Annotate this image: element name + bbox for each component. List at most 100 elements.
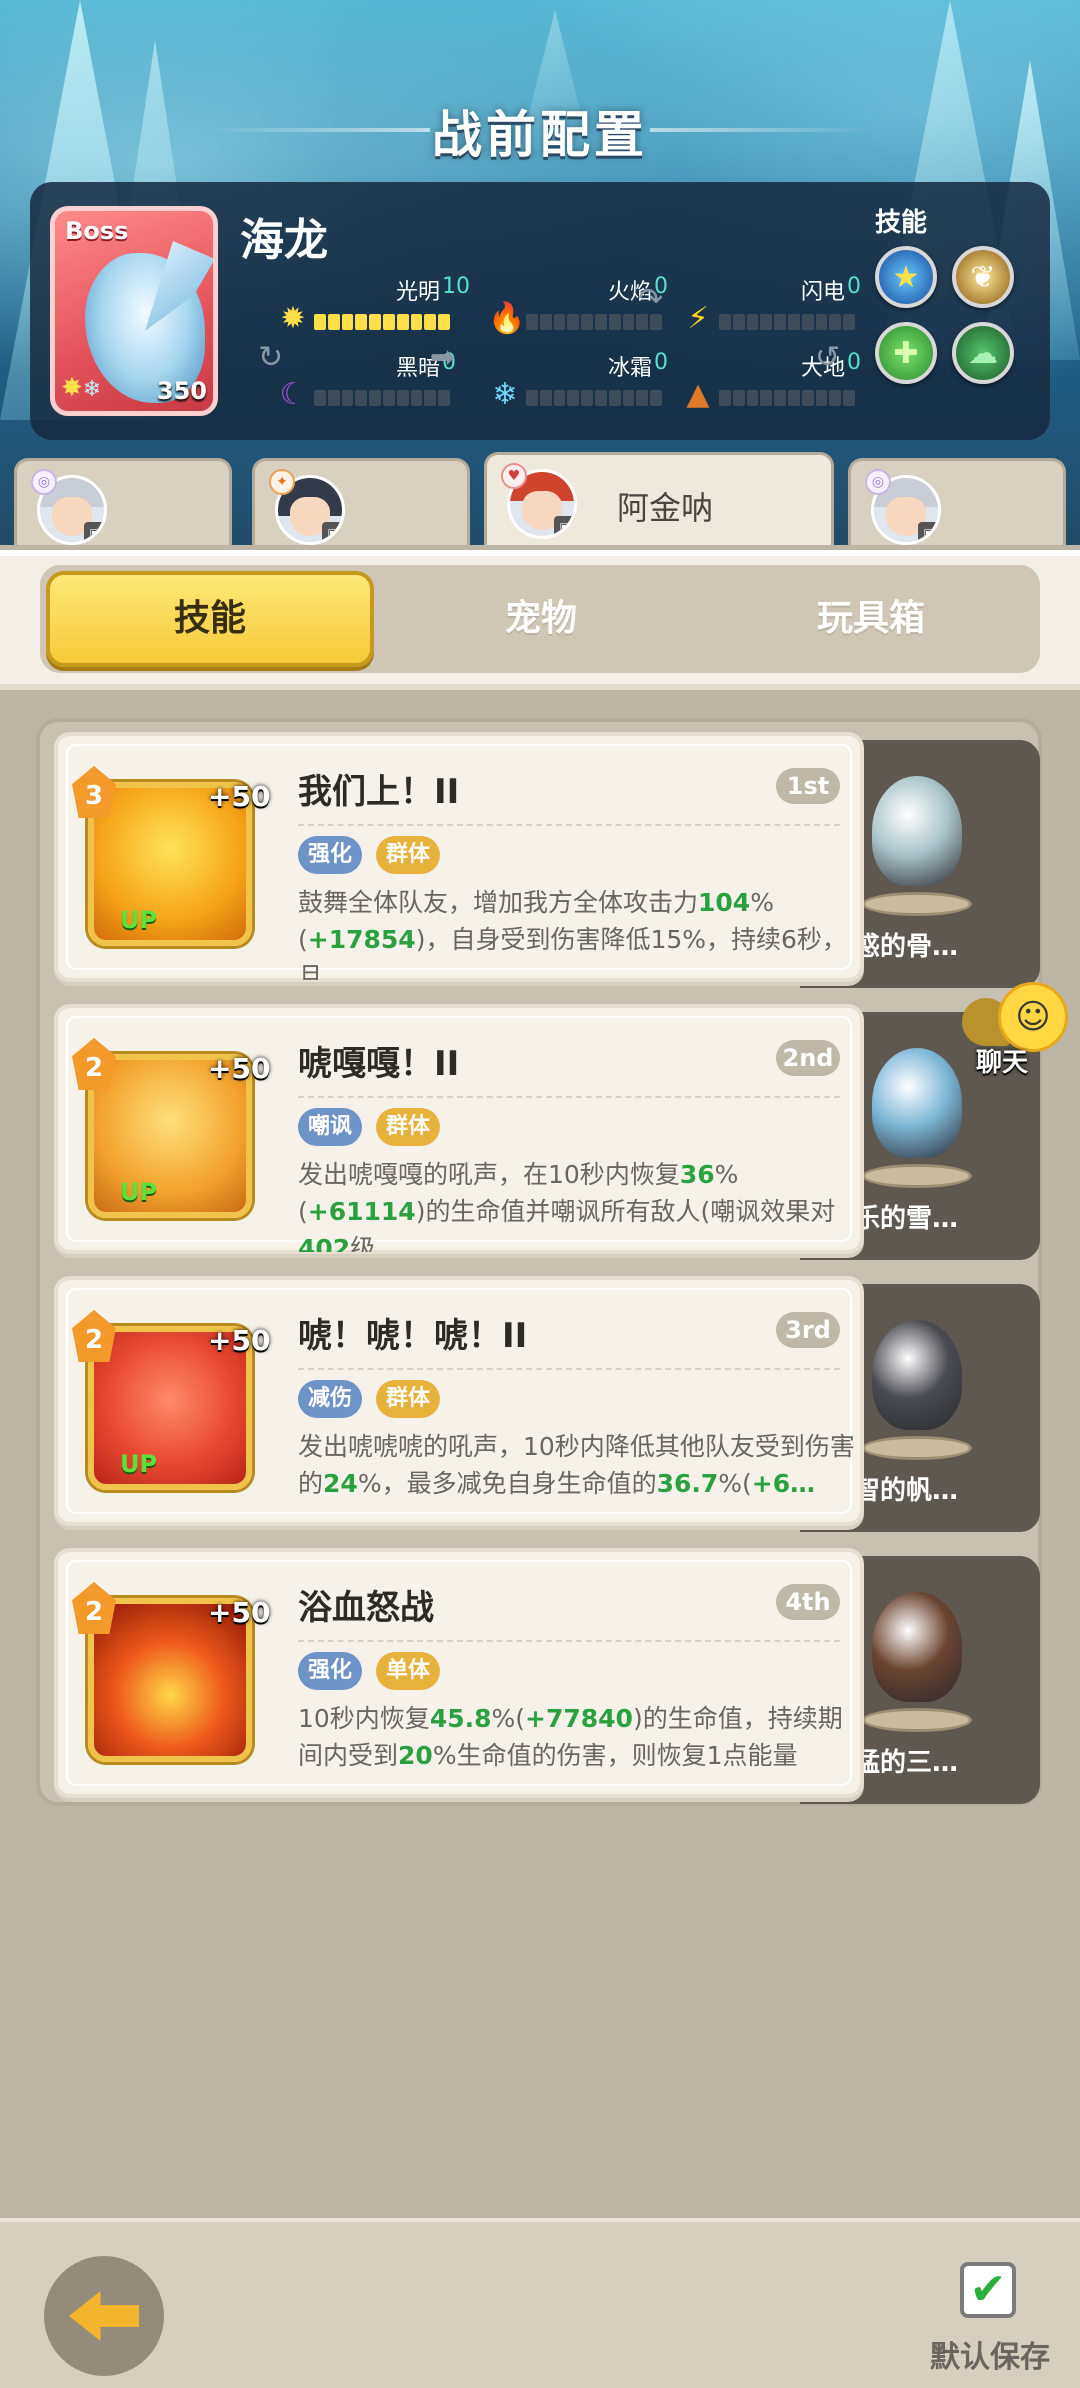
arrow-icon: ↺ bbox=[815, 340, 841, 375]
hero-tab-4[interactable]: ◎ ▣ bbox=[848, 458, 1066, 548]
highlight-value: 36.7 bbox=[656, 1469, 719, 1498]
element-stat-4: 冰霜 0 ❄ bbox=[492, 350, 692, 420]
highlight-value: +6… bbox=[751, 1469, 816, 1498]
pet-body bbox=[872, 1592, 962, 1702]
tab-skills[interactable]: 技能 bbox=[46, 571, 374, 667]
boss-skills-label: 技能 bbox=[875, 208, 928, 238]
skill-title: 浴血怒战 bbox=[298, 1588, 434, 1628]
bottom-bar: ✔ 默认保存 bbox=[0, 2218, 1080, 2388]
boss-portrait[interactable]: Boss ✸❄ 350 bbox=[50, 206, 218, 416]
skill-level-badge: 3 bbox=[72, 766, 116, 818]
pet-pedestal bbox=[862, 1708, 972, 1732]
divider bbox=[298, 1368, 840, 1370]
golden-wing-icon[interactable]: ❦ bbox=[952, 246, 1014, 308]
boss-name: 海龙 bbox=[240, 215, 328, 266]
chat-button[interactable]: ☺ 聊天 bbox=[962, 980, 1072, 1090]
divider bbox=[298, 1640, 840, 1642]
back-button[interactable] bbox=[44, 2256, 164, 2376]
skill-list: 困惑的骨… 3 +50 UP 我们上！II 1st 强化 群体 鼓舞全体队友，增加我方全体攻击力… bbox=[36, 718, 1042, 1806]
highlight-value: +17854 bbox=[307, 925, 416, 954]
pet-pedestal bbox=[862, 1436, 972, 1460]
skill-title: 我们上！II bbox=[298, 772, 460, 812]
skill-card[interactable]: 2 +50 UP 唬！唬！唬！II 3rd 减伤 群体 发出唬唬唬的吼声，10秒内降低其他队友… bbox=[54, 1276, 864, 1526]
pet-body bbox=[872, 1320, 962, 1430]
boss-info-panel: Boss ✸❄ 350 海龙 光明 10 ✹ 火焰 0 🔥 闪电 0 ⚡ 黑暗 0 ☾ 冰霜 0 ❄ 大地 0 ▲… bbox=[30, 182, 1050, 440]
highlight-value: 402 bbox=[298, 1234, 351, 1252]
upgrade-tag: UP bbox=[120, 1178, 158, 1206]
skill-card[interactable]: 2 +50 浴血怒战 4th 强化 单体 10秒内恢复45.8%(+77840)的生命值，持… bbox=[54, 1548, 864, 1798]
skill-title: 唬！唬！唬！II bbox=[298, 1316, 528, 1356]
description-text: 鼓舞全体队友，增加我方全体攻击力 bbox=[298, 888, 699, 917]
hero-tab-3[interactable]: ♥ ▣ 阿金呐 bbox=[484, 452, 834, 548]
stat-label: 闪电 bbox=[800, 280, 845, 305]
skill-tag: 单体 bbox=[376, 1652, 441, 1690]
boss-tag: Boss bbox=[65, 217, 129, 245]
description-text: %生命值的伤害，则恢复1点能量 bbox=[432, 1741, 798, 1770]
skill-tag: 强化 bbox=[298, 836, 363, 874]
divider bbox=[298, 1096, 840, 1098]
skill-level-badge: 2 bbox=[72, 1310, 116, 1362]
skill-row: 困惑的骨… 3 +50 UP 我们上！II 1st 强化 群体 鼓舞全体队友，增加我方全体攻击力… bbox=[54, 732, 1040, 988]
stat-value: 10 bbox=[442, 274, 470, 299]
skill-tag: 群体 bbox=[376, 836, 441, 874]
stat-bar bbox=[314, 390, 450, 406]
stat-value: 0 bbox=[847, 350, 861, 375]
skill-card[interactable]: 3 +50 UP 我们上！II 1st 强化 群体 鼓舞全体队友，增加我方全体攻击力104%(… bbox=[54, 732, 864, 982]
pet-pedestal bbox=[862, 892, 972, 916]
pet-figure-image bbox=[854, 766, 974, 916]
description-text: 级… bbox=[350, 1234, 401, 1252]
description-text: %( bbox=[491, 1704, 526, 1733]
boss-element-icons: ✸❄ bbox=[61, 373, 102, 403]
highlight-value: +77840 bbox=[525, 1704, 633, 1733]
pet-pedestal bbox=[862, 1164, 972, 1188]
page-title: 战前配置 bbox=[432, 106, 648, 164]
stat-label: 冰霜 bbox=[607, 356, 652, 381]
light-element-icon: ◎ bbox=[31, 469, 57, 495]
arrow-icon: ↻ bbox=[258, 340, 284, 375]
star-burst-icon[interactable]: ★ bbox=[875, 246, 937, 308]
description-text: 发出唬嘎嘎的吼声，在10秒内恢复 bbox=[298, 1160, 680, 1189]
green-cross-icon[interactable]: ✚ bbox=[875, 322, 937, 384]
back-arrow-icon bbox=[69, 2291, 139, 2341]
checkbox-checked-icon[interactable]: ✔ bbox=[960, 2262, 1016, 2318]
skill-bonus: +50 bbox=[208, 1324, 271, 1357]
skill-tag: 强化 bbox=[298, 1652, 363, 1690]
skill-description: 发出唬唬唬的吼声，10秒内降低其他队友受到伤害的24%，最多减免自身生命值的36… bbox=[298, 1428, 858, 1524]
tab-toybox[interactable]: 玩具箱 bbox=[706, 571, 1036, 667]
skill-description: 鼓舞全体队友，增加我方全体攻击力104%(+17854)，自身受到伤害降低15%… bbox=[298, 884, 858, 980]
moon-icon: ☾ bbox=[279, 377, 307, 412]
green-cloud-icon[interactable]: ☁ bbox=[952, 322, 1014, 384]
skill-row: 机智的帆… 2 +50 UP 唬！唬！唬！II 3rd 减伤 群体 发出唬唬唬的吼声，10秒内降… bbox=[54, 1276, 1040, 1532]
fire-element-icon: ✦ bbox=[269, 469, 295, 495]
light-element-icon: ◎ bbox=[865, 469, 891, 495]
highlight-value: 20 bbox=[398, 1741, 433, 1770]
skill-order-badge: 3rd bbox=[776, 1312, 840, 1348]
skill-bonus: +50 bbox=[208, 780, 271, 813]
fire-icon: 🔥 bbox=[488, 301, 526, 336]
skill-tag: 群体 bbox=[376, 1108, 441, 1146]
description-text: %( bbox=[718, 1469, 752, 1498]
skill-description: 10秒内恢复45.8%(+77840)的生命值，持续期间内受到20%生命值的伤害… bbox=[298, 1700, 858, 1796]
pet-figure-image bbox=[854, 1582, 974, 1732]
hero-name: 阿金呐 bbox=[617, 489, 714, 527]
skill-tag: 嘲讽 bbox=[298, 1108, 363, 1146]
skill-card[interactable]: 2 +50 UP 唬嘎嘎！II 2nd 嘲讽 群体 发出唬嘎嘎的吼声，在10秒内恢复36%(+… bbox=[54, 1004, 864, 1254]
element-stat-2: 闪电 0 ⚡ bbox=[685, 274, 885, 344]
hero-tab-2[interactable]: ✦ ▣ bbox=[252, 458, 470, 548]
stat-value: 0 bbox=[847, 274, 861, 299]
highlight-value: 104 bbox=[698, 888, 751, 917]
tab-pets[interactable]: 宠物 bbox=[376, 571, 706, 667]
description-text: %，最多减免自身生命值的 bbox=[357, 1469, 657, 1498]
highlight-value: 24 bbox=[323, 1469, 358, 1498]
default-save-label[interactable]: 默认保存 bbox=[930, 2332, 1050, 2376]
hero-tab-1[interactable]: ◎ ▣ bbox=[14, 458, 232, 548]
skill-row: 快乐的雪… 2 +50 UP 唬嘎嘎！II 2nd 嘲讽 群体 发出唬嘎嘎的吼声，在10秒内恢复… bbox=[54, 1004, 1040, 1260]
lightning-icon: ⚡ bbox=[687, 301, 709, 336]
chat-label: 聊天 bbox=[976, 1048, 1029, 1078]
snowflake-icon: ❄ bbox=[492, 377, 518, 412]
pet-body bbox=[872, 776, 962, 886]
skill-order-badge: 4th bbox=[776, 1584, 840, 1620]
boss-level: 350 bbox=[156, 377, 207, 405]
mountain-icon: ▲ bbox=[686, 377, 710, 412]
sun-icon: ✹ bbox=[280, 301, 306, 336]
